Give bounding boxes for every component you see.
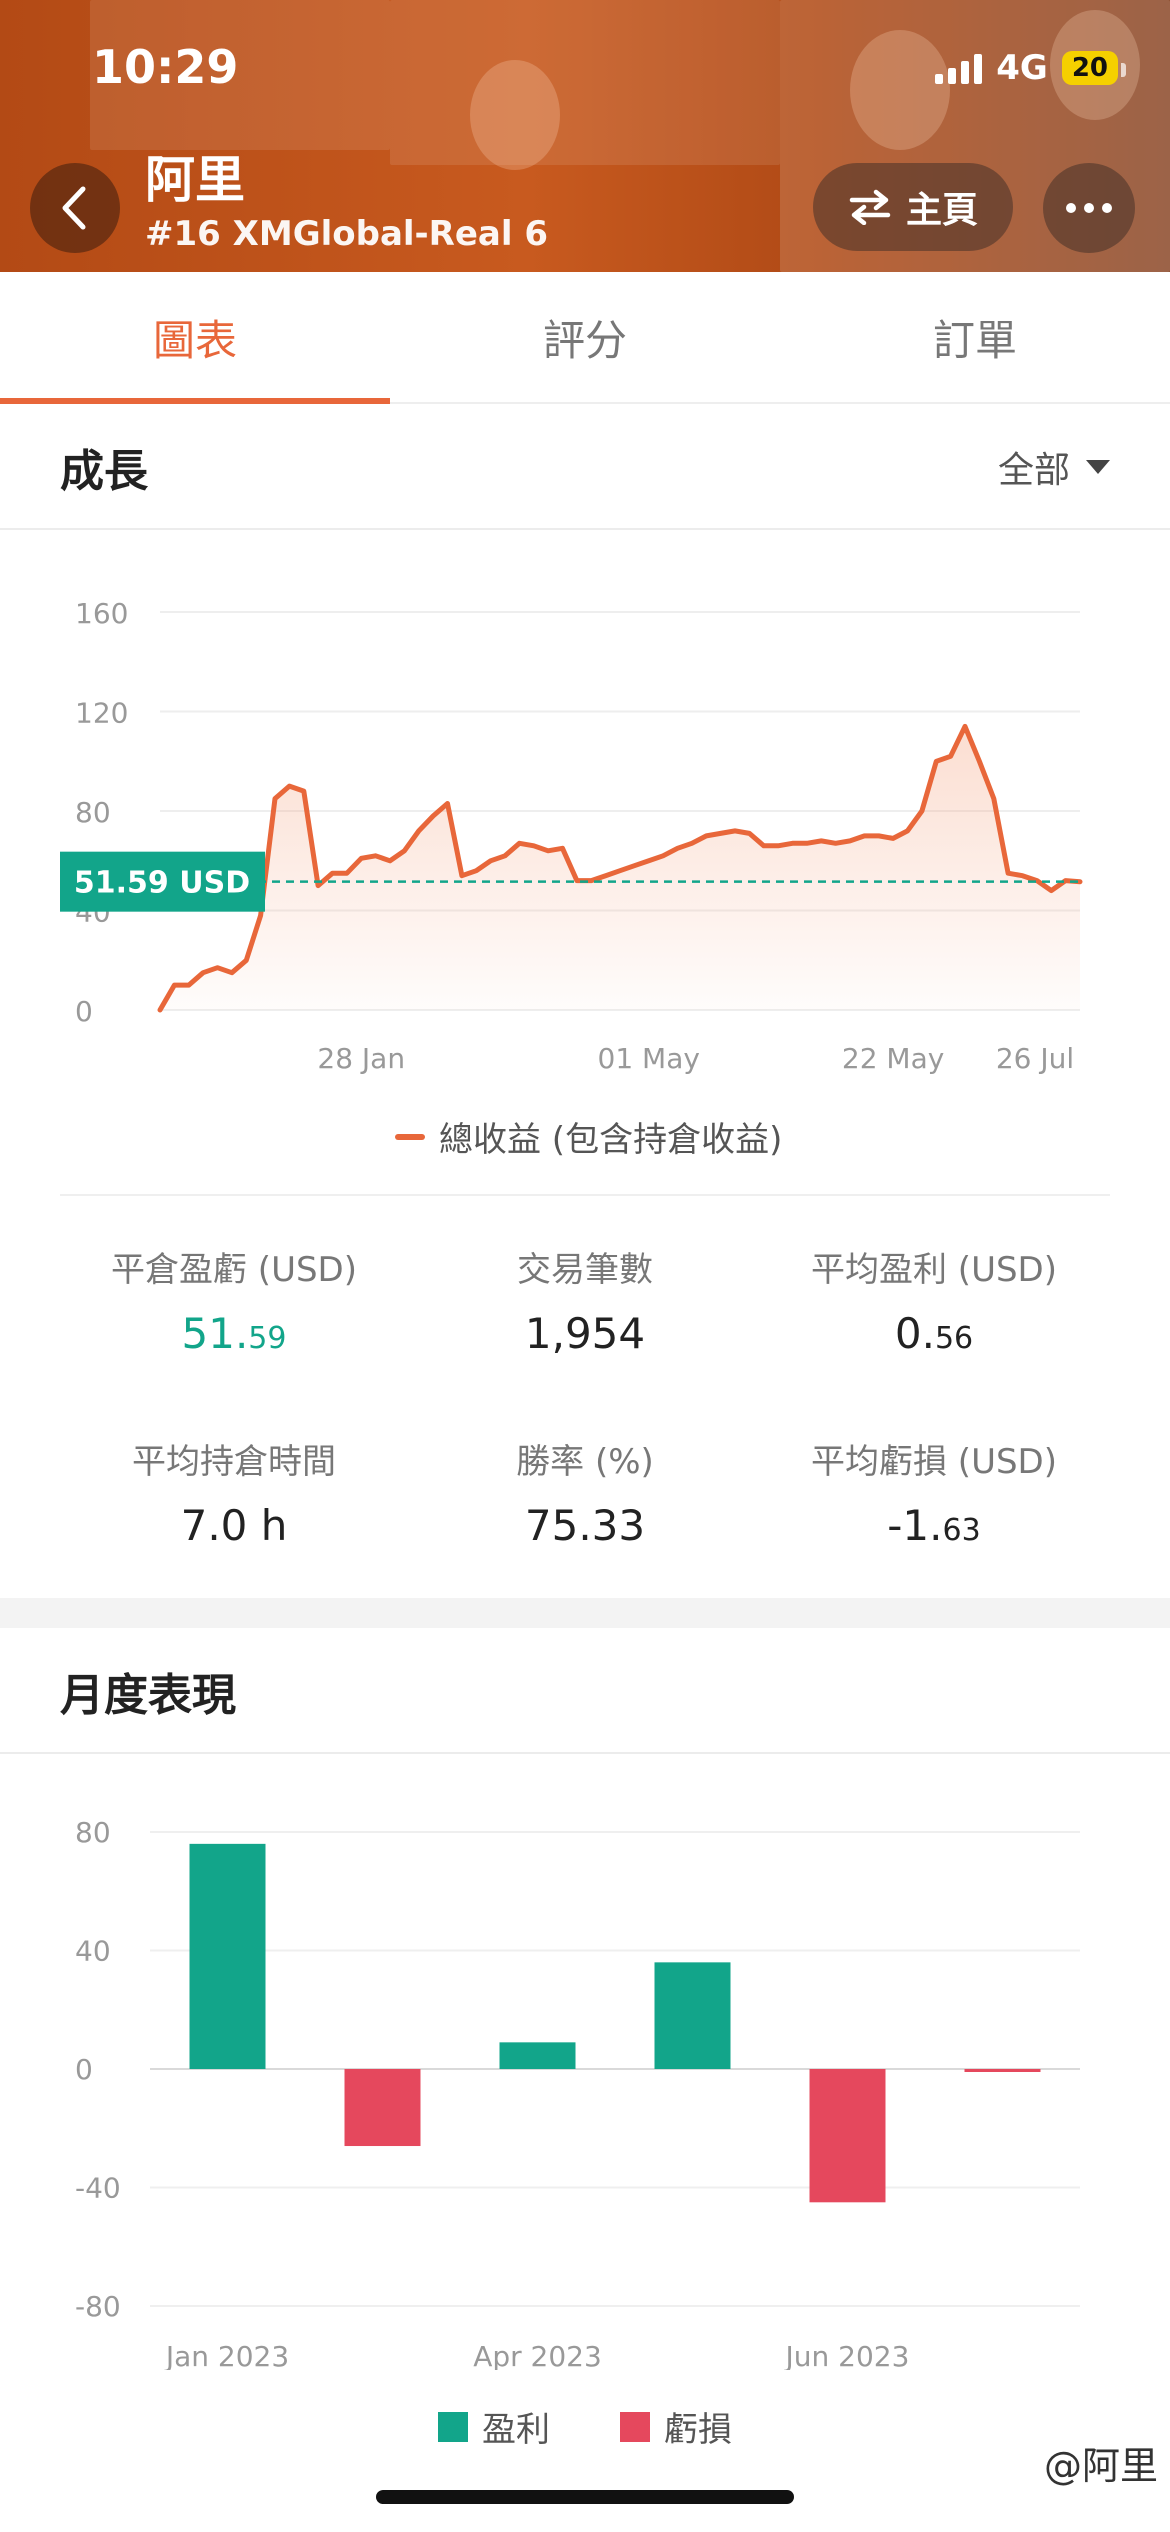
period-filter[interactable]: 全部 [998,441,1110,493]
y-tick-label: 160 [75,597,128,630]
status-time: 10:29 [92,40,239,94]
x-tick-label: 01 May [598,1042,700,1075]
stat-win-rate: 勝率 (%) 75.33 [405,1434,765,1550]
y-tick-label: 0 [75,995,93,1028]
account-name: 阿里 [145,151,245,209]
stat-label: 平均持倉時間 [132,1442,336,1482]
divider [60,1194,1110,1196]
y-tick-label: 120 [75,697,128,730]
chevron-left-icon [62,186,86,230]
monthly-header: 月度表現 [0,1630,1170,1754]
legend-swatch-loss [620,2411,650,2442]
tab-rating[interactable]: 評分 [390,272,780,402]
background-photo [390,0,780,165]
stat-closed-pl: 平倉盈虧 (USD) 51.59 [54,1242,414,1358]
swap-arrows-icon [849,189,891,225]
x-tick-label: 28 Jan [317,1042,405,1075]
legend-profit: 盈利 [438,2402,550,2451]
x-tick-label: 26 Jul [996,1042,1074,1075]
growth-header: 成長 全部 [0,406,1170,530]
legend-loss-label: 虧損 [664,2410,732,2450]
y-tick-label: -80 [75,2290,121,2323]
growth-legend: 總收益 (包含持倉收益) [395,1112,782,1161]
period-filter-label: 全部 [997,450,1070,491]
x-tick-label: 22 May [842,1042,944,1075]
y-tick-label: 80 [75,796,111,829]
stat-avg-profit: 平均盈利 (USD) 0.56 [754,1242,1114,1358]
stat-value: 7.0 h [180,1501,288,1550]
y-tick-label: 80 [75,1816,111,1849]
x-tick-label: Apr 2023 [473,2340,602,2370]
y-tick-label: -40 [75,2172,121,2205]
profit-bar [654,1962,731,2069]
monthly-title: 月度表現 [60,1670,236,1721]
growth-chart: 0408012016051.59 USD28 Jan 01 May 22 May 26… [60,597,1083,1075]
monthly-chart: 80 40 0 -40 -80 Jan 2023 Apr 2023 Jun 2023 [75,1816,1080,2370]
y-tick-label: 40 [75,1935,111,1968]
profile-header: 10:29 4G 20 阿里 #16 XMGlobal-Real 6 主頁 [0,0,1170,272]
tab-orders[interactable]: 訂單 [780,272,1170,402]
battery-icon: 20 [1061,51,1127,85]
account-title-block: 阿里 #16 XMGlobal-Real 6 [145,150,548,254]
legend-line-swatch [395,1133,425,1140]
account-subtitle: #16 XMGlobal-Real 6 [145,214,548,254]
caret-down-icon [1086,460,1110,474]
growth-legend-label: 總收益 (包含持倉收益) [439,1120,783,1160]
loss-bar [344,2069,421,2147]
monthly-legend: 盈利 虧損 [0,2402,1170,2451]
x-tick-label: Jun 2023 [784,2340,910,2370]
more-dots-icon [1066,203,1112,213]
stat-value: 51.59 [181,1309,287,1358]
loss-bar [809,2069,886,2203]
stat-avg-loss: 平均虧損 (USD) -1.63 [754,1434,1114,1550]
stat-value: 1,954 [524,1309,646,1358]
stat-value: 0.56 [894,1309,974,1358]
legend-profit-label: 盈利 [482,2410,550,2450]
section-separator [0,1598,1170,1628]
current-value-tag-label: 51.59 USD [74,866,250,901]
profit-bar [499,2042,576,2069]
status-indicators: 4G 20 [935,48,1127,88]
more-button[interactable] [1043,163,1135,253]
x-tick-label: Jan 2023 [164,2340,289,2370]
signal-icon [935,52,983,84]
home-indicator[interactable] [376,2490,794,2504]
stat-value: -1.63 [887,1501,981,1550]
y-tick-label: 0 [75,2053,93,2086]
tab-chart[interactable]: 圖表 [0,272,390,404]
stat-label: 交易筆數 [517,1250,653,1290]
stat-avg-hold-time: 平均持倉時間 7.0 h [54,1434,414,1550]
watermark: @阿里 [1043,2444,1158,2488]
legend-swatch-profit [438,2411,468,2442]
home-button[interactable]: 主頁 [813,163,1013,251]
stat-label: 平倉盈虧 (USD) [111,1250,357,1290]
growth-title: 成長 [60,446,148,497]
tab-bar: 圖表 評分 訂單 [0,272,1170,404]
legend-loss: 虧損 [620,2402,732,2451]
profit-bar [189,1843,266,2069]
stat-trade-count: 交易筆數 1,954 [405,1242,765,1358]
network-label: 4G [996,48,1048,88]
stat-label: 平均盈利 (USD) [811,1250,1057,1290]
back-button[interactable] [30,163,120,253]
stat-label: 勝率 (%) [516,1442,654,1482]
stat-label: 平均虧損 (USD) [811,1442,1057,1482]
home-button-label: 主頁 [905,190,978,231]
loss-bar [964,2069,1041,2072]
stat-value: 75.33 [524,1501,646,1550]
